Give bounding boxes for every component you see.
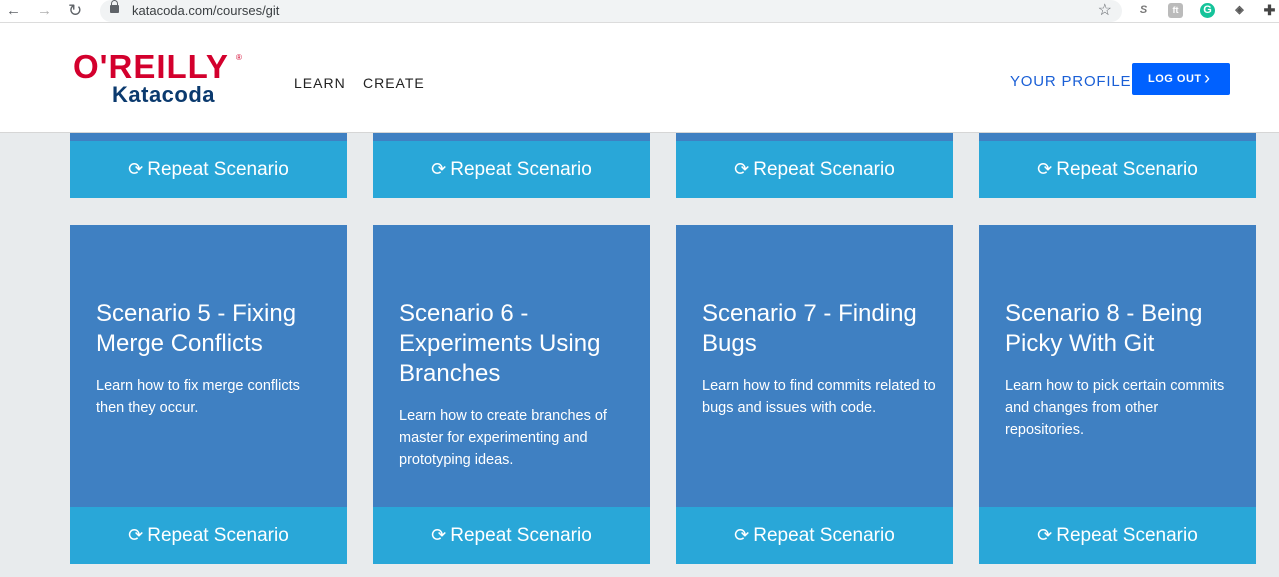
refresh-icon: ⟳ — [1037, 525, 1053, 545]
repeat-label: Repeat Scenario — [753, 159, 895, 180]
refresh-icon: ⟳ — [734, 525, 750, 545]
repeat-label: Repeat Scenario — [1056, 525, 1198, 546]
scenario-title: Scenario 8 - Being Picky With Git — [1005, 300, 1203, 357]
shield-extension-icon[interactable]: ◈ — [1232, 3, 1247, 18]
repeat-scenario-button[interactable]: ⟳ Repeat Scenario — [979, 507, 1256, 564]
scenario-card[interactable]: Scenario 8 - Being Picky With Git Learn … — [979, 225, 1256, 507]
scenario-description: Learn how to pick certain commits and ch… — [1005, 378, 1225, 438]
grammarly-icon[interactable]: G — [1200, 3, 1215, 18]
scenario-description: Learn how to create branches of master f… — [399, 408, 607, 468]
card-edge — [70, 132, 347, 141]
scenario-title: Scenario 5 - Fixing Merge Conflicts — [96, 300, 297, 357]
logout-label: LOG OUT — [1148, 73, 1202, 85]
card-edge — [676, 132, 953, 141]
repeat-scenario-button[interactable]: ⟳ Repeat Scenario — [676, 507, 953, 564]
repeat-scenario-button[interactable]: ⟳ Repeat Scenario — [373, 141, 650, 198]
repeat-scenario-button[interactable]: ⟳ Repeat Scenario — [676, 141, 953, 198]
logo-oreilly-text: O'REILLY — [73, 48, 229, 85]
card-edge — [979, 132, 1256, 141]
refresh-icon: ⟳ — [431, 159, 447, 179]
address-bar[interactable]: katacoda.com/courses/git ☆ — [100, 0, 1122, 22]
scenario-card[interactable]: Scenario 5 - Fixing Merge Conflicts Lear… — [70, 225, 347, 507]
url-text[interactable]: katacoda.com/courses/git — [132, 3, 279, 19]
repeat-scenario-button[interactable]: ⟳ Repeat Scenario — [70, 507, 347, 564]
chevron-right-icon: › — [1204, 68, 1211, 88]
scenario-card[interactable]: Scenario 7 - Finding Bugs Learn how to f… — [676, 225, 953, 507]
logo-registered-mark: ® — [236, 53, 242, 62]
scenario-description: Learn how to find commits related to bug… — [702, 378, 936, 416]
logout-button[interactable]: LOG OUT › — [1132, 63, 1230, 95]
repeat-scenario-button[interactable]: ⟳ Repeat Scenario — [979, 141, 1256, 198]
repeat-label: Repeat Scenario — [1056, 159, 1198, 180]
scenario-card[interactable]: Scenario 6 - Experiments Using Branches … — [373, 225, 650, 507]
scenario-title: Scenario 6 - Experiments Using Branches — [399, 300, 601, 387]
repeat-label: Repeat Scenario — [753, 525, 895, 546]
scenario-description: Learn how to fix merge conflicts then th… — [96, 378, 300, 416]
repeat-label: Repeat Scenario — [450, 525, 592, 546]
repeat-scenario-button[interactable]: ⟳ Repeat Scenario — [373, 507, 650, 564]
site-header: O'REILLY ® Katacoda LEARN CREATE YOUR PR… — [0, 23, 1279, 133]
repeat-label: Repeat Scenario — [450, 159, 592, 180]
refresh-icon: ⟳ — [431, 525, 447, 545]
scenario-title: Scenario 7 - Finding Bugs — [702, 300, 917, 357]
card-edge — [373, 132, 650, 141]
refresh-icon: ⟳ — [734, 159, 750, 179]
logo-katacoda-text: Katacoda — [112, 82, 216, 107]
refresh-icon: ⟳ — [1037, 159, 1053, 179]
nav-create[interactable]: CREATE — [363, 75, 425, 91]
refresh-icon: ⟳ — [128, 525, 144, 545]
your-profile-link[interactable]: YOUR PROFILE — [1010, 73, 1131, 91]
repeat-label: Repeat Scenario — [147, 525, 289, 546]
bookmark-star-icon[interactable]: ☆ — [1098, 0, 1112, 22]
back-icon[interactable]: ← — [6, 1, 21, 21]
repeat-scenario-button[interactable]: ⟳ Repeat Scenario — [70, 141, 347, 198]
extension-ft-icon[interactable]: ft — [1168, 3, 1183, 18]
repeat-label: Repeat Scenario — [147, 159, 289, 180]
extension-s-icon[interactable]: S — [1136, 3, 1151, 18]
lock-icon — [110, 0, 119, 13]
nav-learn[interactable]: LEARN — [294, 75, 346, 91]
browser-toolbar: ← → ↻ katacoda.com/courses/git ☆ S ft G … — [0, 0, 1279, 23]
refresh-icon: ⟳ — [128, 159, 144, 179]
puzzle-extensions-icon[interactable]: ✚ — [1262, 3, 1277, 18]
forward-icon[interactable]: → — [37, 1, 52, 21]
reload-icon[interactable]: ↻ — [68, 1, 82, 21]
